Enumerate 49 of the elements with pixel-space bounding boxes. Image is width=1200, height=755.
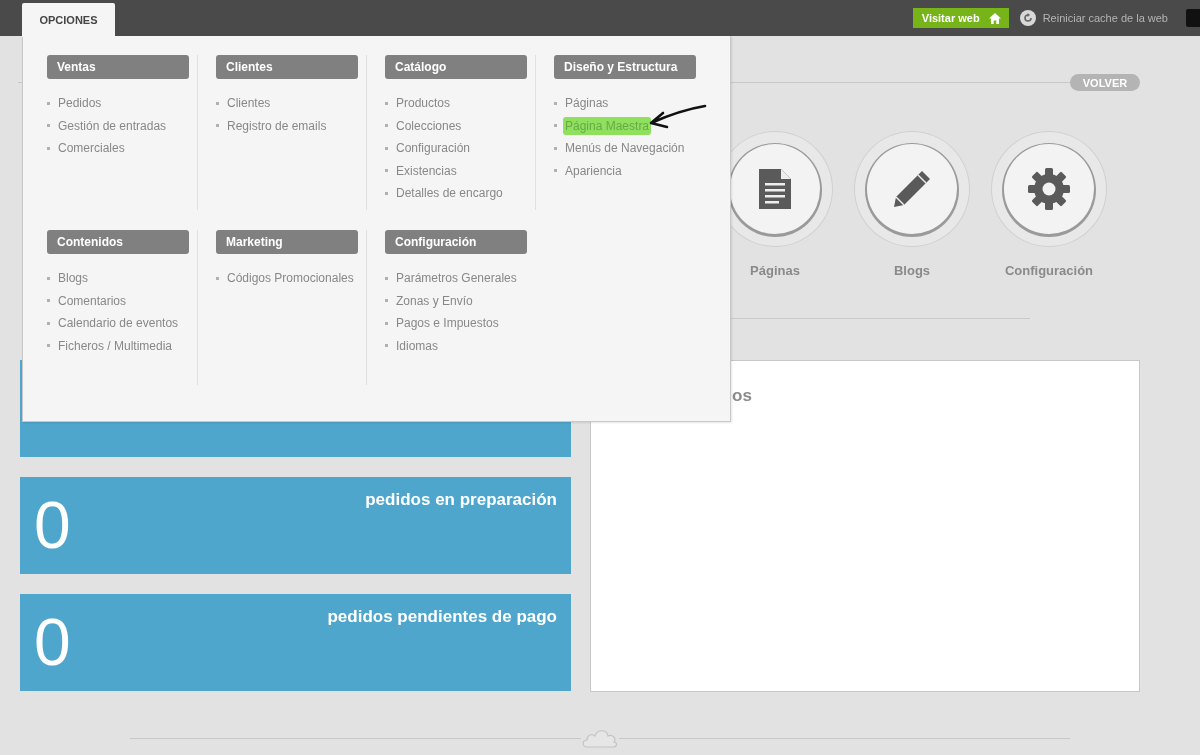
menu-item[interactable]: Registro de emails (227, 118, 327, 133)
menu-item[interactable]: Idiomas (396, 338, 439, 353)
panel-title: os (732, 386, 752, 405)
menu-item[interactable]: Productos (396, 96, 451, 111)
shortcut-label: Configuración (1004, 263, 1094, 278)
pencil-icon (892, 169, 932, 209)
cloud-icon (581, 727, 619, 749)
menu-item[interactable]: Apariencia (565, 163, 622, 178)
menu-item[interactable]: Colecciones (396, 118, 462, 133)
menu-item[interactable]: Comerciales (58, 141, 125, 156)
shortcut-label: Páginas (750, 263, 800, 278)
options-tab[interactable]: OPCIONES (22, 3, 115, 37)
menu-item[interactable]: Pagos e Impuestos (396, 316, 499, 331)
back-button[interactable]: VOLVER (1070, 74, 1140, 91)
menu-item[interactable]: Códigos Promocionales (227, 271, 354, 286)
menu-item[interactable]: Menús de Navegación (565, 141, 685, 156)
menu-item[interactable]: Clientes (227, 96, 271, 111)
menu-item[interactable]: Páginas (565, 96, 609, 111)
menu-section-header: Clientes (216, 55, 358, 79)
menu-item[interactable]: Blogs (58, 271, 89, 286)
shortcut-label: Blogs (893, 263, 931, 278)
menu-section-header: Marketing (216, 230, 358, 254)
menu-item[interactable]: Existencias (396, 163, 457, 178)
refresh-icon[interactable] (1019, 10, 1036, 26)
menu-item[interactable]: Comentarios (58, 293, 127, 308)
menu-item[interactable]: Calendario de eventos (58, 316, 179, 331)
document-icon (759, 169, 791, 209)
menu-item[interactable]: Detalles de encargo (396, 186, 503, 201)
menu-section-header: Diseño y Estructura (554, 55, 696, 79)
reset-cache-link[interactable]: Reiniciar cache de la web (1042, 12, 1168, 24)
menu-item[interactable]: Pedidos (58, 96, 102, 111)
menu-item[interactable]: Configuración (396, 141, 471, 156)
menu-item[interactable]: Gestión de entradas (58, 118, 167, 133)
menu-item[interactable]: Zonas y Envío (396, 293, 473, 308)
menu-section-header: Catálogo (385, 55, 527, 79)
menu-item[interactable]: Ficheros / Multimedia (58, 338, 173, 353)
menu-item[interactable]: Parámetros Generales (396, 271, 517, 286)
stat-value: 0 (34, 609, 71, 675)
menu-section-header: Contenidos (47, 230, 189, 254)
annotation-arrow (647, 102, 707, 131)
stat-label: pedidos en preparación (365, 490, 557, 510)
menu-section-header: Ventas (47, 55, 189, 79)
home-icon (988, 12, 1001, 24)
stat-label: pedidos pendientes de pago (327, 607, 557, 627)
menu-item[interactable]: Página Maestra (563, 116, 652, 135)
gear-icon (1027, 167, 1071, 211)
visit-web-button[interactable]: Visitar web (912, 8, 1009, 28)
menu-section-header: Configuración (385, 230, 527, 254)
stat-value: 0 (34, 492, 71, 558)
